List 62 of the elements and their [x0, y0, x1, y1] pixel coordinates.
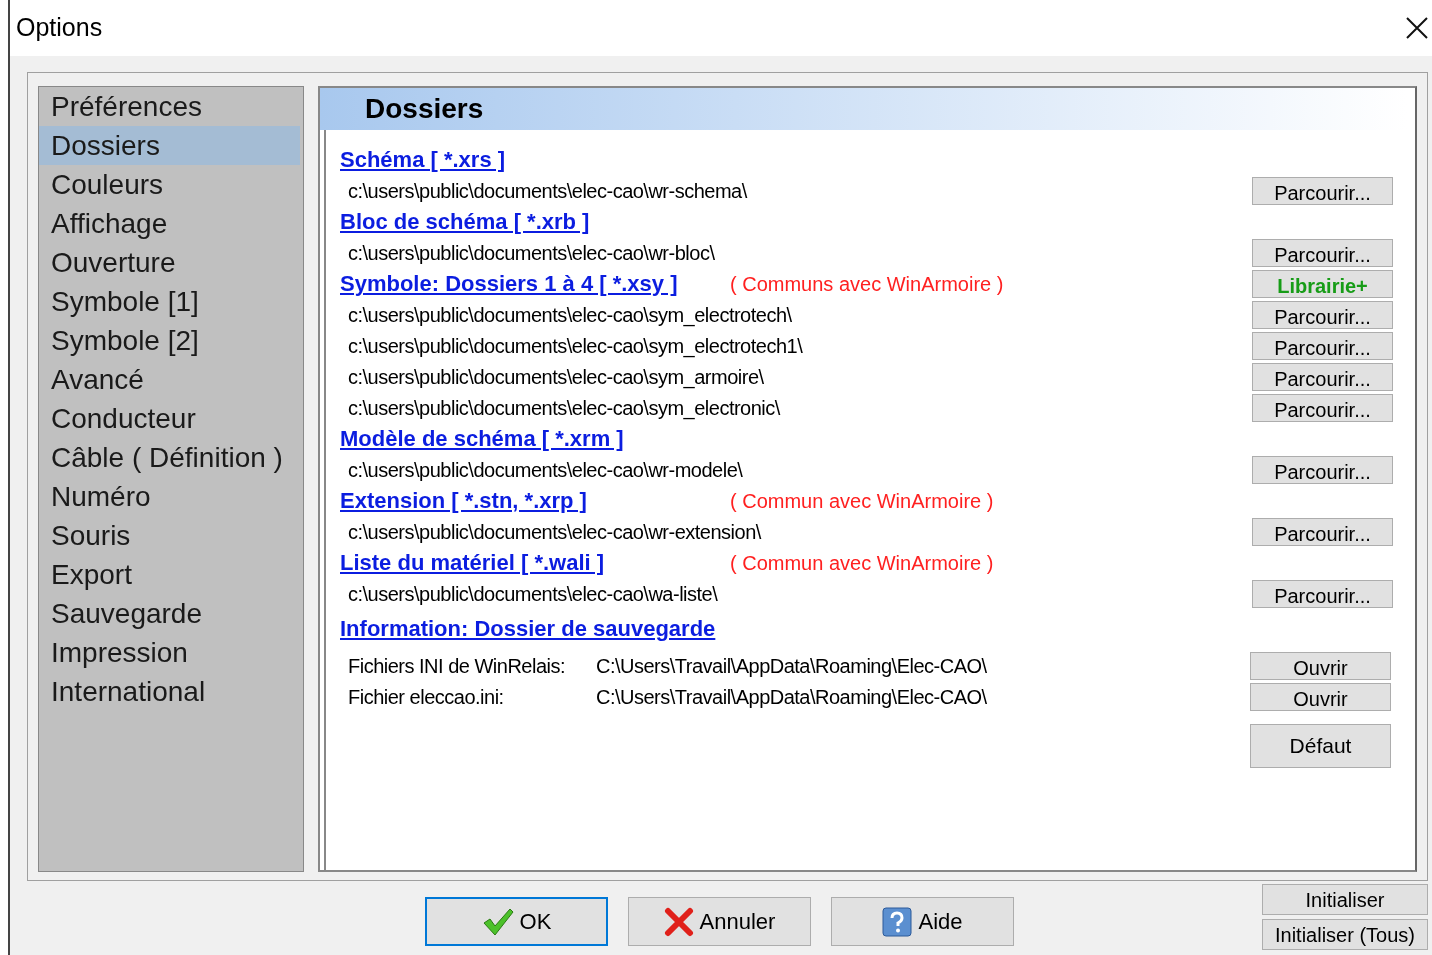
section-link[interactable]: Symbole: Dossiers 1 à 4 [ *.xsy ] — [340, 267, 730, 300]
row-button[interactable]: Parcourir... — [1252, 362, 1393, 391]
folder-path: c:\users\public\documents\elec-cao\wr-extension\ — [347, 519, 761, 545]
reset-button[interactable]: Initialiser — [1262, 884, 1428, 915]
sidebar-item[interactable]: Préférences — [39, 87, 303, 126]
sidebar-item[interactable]: Avancé — [39, 360, 303, 399]
dialog-button[interactable]: OK — [425, 897, 608, 946]
row-button[interactable]: Ouvrir — [1250, 682, 1391, 711]
section-link[interactable]: Liste du matériel [ *.wali ] — [340, 546, 730, 579]
sidebar-item[interactable]: International — [39, 672, 303, 711]
sidebar-item[interactable]: Dossiers — [39, 126, 300, 165]
folder-path: c:\users\public\documents\elec-cao\wr-modele\ — [347, 457, 743, 483]
folder-path: c:\users\public\documents\elec-cao\sym_armoire\ — [347, 364, 764, 391]
row-button[interactable]: Parcourir... — [1252, 579, 1393, 608]
folder-path: C:\Users\Travail\AppData\Roaming\Elec-CAO\ — [596, 684, 987, 710]
shared-note: ( Commun avec WinArmoire ) — [730, 550, 994, 576]
sidebar-item[interactable]: Conducteur — [39, 399, 303, 438]
close-icon — [663, 906, 694, 937]
sidebar-item[interactable]: Numéro — [39, 477, 303, 516]
folder-path: c:\users\public\documents\elec-cao\sym_electrotech1\ — [347, 333, 803, 360]
sidebar-item[interactable]: Affichage — [39, 204, 303, 243]
section-link[interactable]: Schéma [ *.xrs ] — [340, 143, 730, 176]
sidebar-item[interactable]: Couleurs — [39, 165, 303, 204]
section-link[interactable]: Modèle de schéma [ *.xrm ] — [340, 422, 730, 455]
window-title: Options — [16, 12, 103, 44]
checkmark-icon — [481, 906, 514, 937]
info-label: Fichier eleccao.ini: — [347, 684, 505, 710]
sidebar-item[interactable]: Ouverture — [39, 243, 303, 282]
sidebar-item[interactable]: Symbole [1] — [39, 282, 303, 321]
dialog-button[interactable]: Annuler — [628, 897, 811, 946]
section-link[interactable]: Information: Dossier de sauvegarde — [340, 612, 730, 645]
folder-path: c:\users\public\documents\elec-cao\sym_electrotech\ — [347, 302, 792, 329]
shared-note: ( Communs avec WinArmoire ) — [730, 271, 1004, 297]
folder-path: c:\users\public\documents\elec-cao\wa-liste\ — [347, 581, 718, 607]
folder-path: C:\Users\Travail\AppData\Roaming\Elec-CAO\ — [596, 653, 987, 679]
folder-path: c:\users\public\documents\elec-cao\sym_electronic\ — [347, 395, 780, 422]
row-button[interactable]: Parcourir... — [1252, 331, 1393, 360]
sidebar-item[interactable]: Souris — [39, 516, 303, 555]
row-button[interactable]: Parcourir... — [1252, 238, 1393, 267]
sidebar-item[interactable]: Impression — [39, 633, 303, 672]
row-button[interactable]: Parcourir... — [1252, 455, 1393, 484]
sidebar-item[interactable]: Export — [39, 555, 303, 594]
reset-button[interactable]: Initialiser (Tous) — [1262, 919, 1428, 950]
section-link[interactable]: Extension [ *.stn, *.xrp ] — [340, 484, 730, 517]
row-button[interactable]: Parcourir... — [1252, 393, 1393, 422]
dialog-button[interactable]: Aide — [831, 897, 1014, 946]
sidebar-item[interactable]: Symbole [2] — [39, 321, 303, 360]
info-label: Fichiers INI de WinRelais: — [347, 653, 567, 679]
help-icon — [882, 906, 913, 937]
row-button[interactable]: Parcourir... — [1252, 176, 1393, 205]
row-button[interactable]: Ouvrir — [1250, 651, 1391, 680]
close-icon[interactable] — [1406, 17, 1428, 39]
folder-path: c:\users\public\documents\elec-cao\wr-schema\ — [347, 178, 747, 204]
shared-note: ( Commun avec WinArmoire ) — [730, 488, 994, 514]
row-button[interactable]: Parcourir... — [1252, 517, 1393, 546]
default-button[interactable]: Défaut — [1250, 724, 1391, 768]
section-link[interactable]: Bloc de schéma [ *.xrb ] — [340, 205, 730, 238]
sidebar-item[interactable]: Sauvegarde — [39, 594, 303, 633]
folder-path: c:\users\public\documents\elec-cao\wr-bloc\ — [347, 240, 715, 266]
row-button[interactable]: Parcourir... — [1252, 300, 1393, 329]
panel-title: Dossiers — [365, 92, 484, 126]
sidebar-item[interactable]: Câble ( Définition ) — [39, 438, 303, 477]
